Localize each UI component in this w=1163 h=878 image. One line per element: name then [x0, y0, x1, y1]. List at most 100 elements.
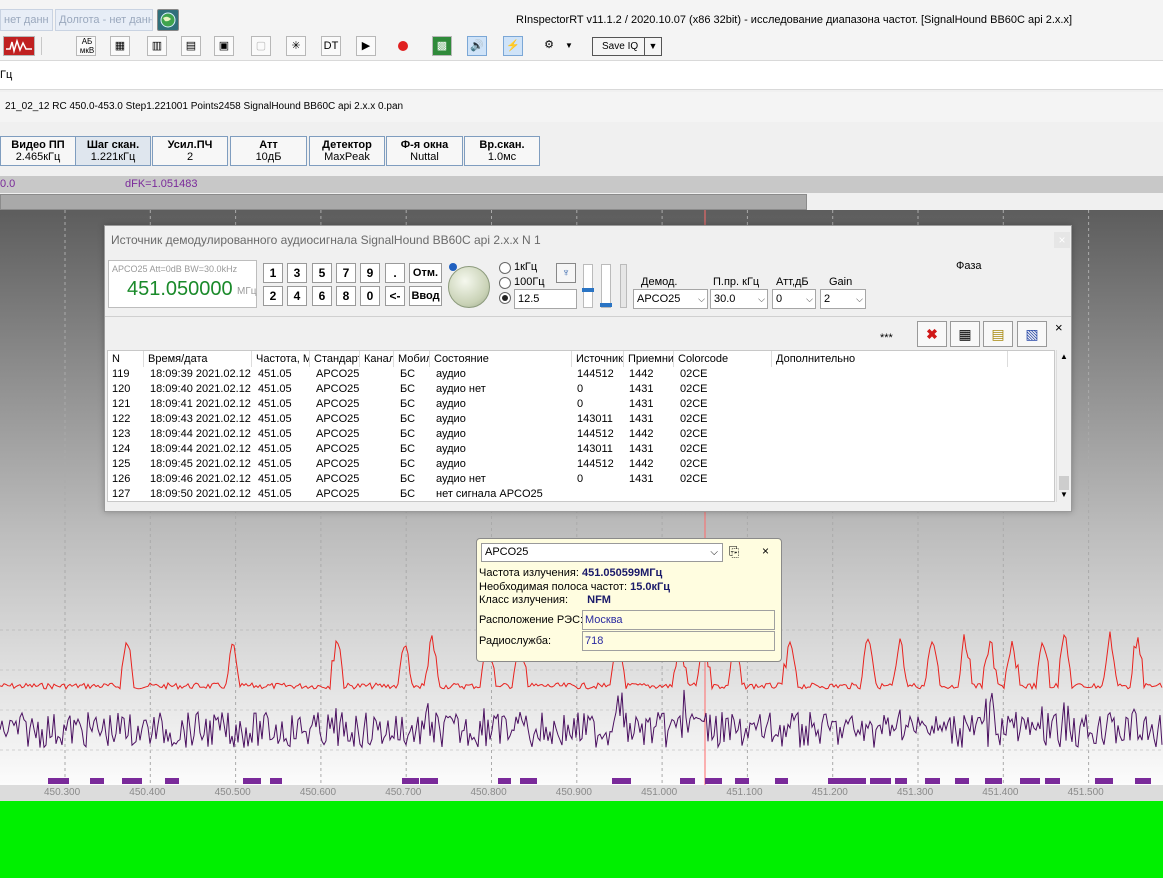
save-iq-dropdown-icon[interactable]: ▼ — [644, 38, 661, 55]
signal-decode-icon[interactable]: ⚡ — [503, 36, 523, 56]
col-header-state[interactable]: Состояние — [430, 351, 572, 367]
key-2[interactable]: 2 — [263, 286, 283, 306]
table-row[interactable]: 124 18:09:44 2021.02.12 451.05 APCO25 БС ауди… — [108, 442, 1008, 457]
spectrum-scrollbar[interactable] — [0, 194, 807, 210]
window-function-button[interactable]: Ф-я окна Nuttal — [386, 136, 463, 166]
save-iq-combo[interactable]: Save IQ ▼ — [592, 37, 662, 56]
scroll-down-icon[interactable]: ▼ — [1060, 490, 1068, 499]
key-6[interactable]: 6 — [312, 286, 332, 306]
col-header-colorcode[interactable]: Colorcode — [674, 351, 772, 367]
play-icon[interactable]: ▶ — [356, 36, 376, 56]
key-0[interactable]: 0 — [360, 286, 380, 306]
table-row[interactable]: 120 18:09:40 2021.02.12 451.05 APCO25 БС ауди… — [108, 382, 1008, 397]
attenuation-select[interactable]: 0 ⌵ — [772, 289, 816, 309]
print-icon[interactable]: ▤ — [181, 36, 201, 56]
location-field[interactable]: Москва — [582, 610, 775, 630]
attenuator-button[interactable]: Атт 10дБ — [230, 136, 307, 166]
table-row[interactable]: 126 18:09:46 2021.02.12 451.05 APCO25 БС ауди… — [108, 472, 1008, 487]
standard-select[interactable]: APCO25 ⌵ — [481, 543, 723, 562]
scroll-up-icon[interactable]: ▲ — [1060, 352, 1068, 361]
col-header-standard[interactable]: Стандарт — [310, 351, 360, 367]
table-cell: аудио нет — [436, 383, 486, 395]
cancel-button[interactable]: Отм. — [409, 263, 442, 283]
key-7[interactable]: 7 — [336, 263, 356, 283]
scroll-thumb[interactable] — [1059, 476, 1069, 490]
key-dot[interactable]: . — [385, 263, 405, 283]
popup-close-button[interactable]: × — [762, 544, 769, 558]
col-header-n[interactable]: N — [108, 351, 144, 367]
gain-select[interactable]: 2 ⌵ — [820, 289, 866, 309]
radio-1khz[interactable] — [499, 262, 511, 274]
key-8[interactable]: 8 — [336, 286, 356, 306]
col-header-mobile[interactable]: Мобил — [394, 351, 430, 367]
bandwidth-select[interactable]: 30.0 ⌵ — [710, 289, 768, 309]
key-5[interactable]: 5 — [312, 263, 332, 283]
col-header-time[interactable]: Время/дата — [144, 351, 252, 367]
key-backspace[interactable]: <- — [385, 286, 405, 306]
signal-marker — [498, 778, 511, 784]
waterfall-icon[interactable]: ▩ — [432, 36, 452, 56]
table-row[interactable]: 127 18:09:50 2021.02.12 451.05 APCO25 БС нет … — [108, 487, 1008, 501]
tuning-knob[interactable] — [448, 266, 490, 308]
speaker-icon[interactable]: 🔊 — [467, 36, 487, 56]
signal-marker — [870, 778, 891, 784]
key-1[interactable]: 1 — [263, 263, 283, 283]
table-view-icon[interactable]: ▦ — [110, 36, 130, 56]
record-icon[interactable] — [393, 36, 413, 56]
delete-icon[interactable]: ✖ — [917, 321, 947, 347]
waterfall-display[interactable] — [0, 801, 1163, 878]
table-row[interactable]: 125 18:09:45 2021.02.12 451.05 APCO25 БС ауди… — [108, 457, 1008, 472]
frequency-tick-label: 451.000 — [641, 787, 678, 798]
dialog-close-button[interactable]: × — [1054, 232, 1070, 248]
log-close-button[interactable]: × — [1055, 320, 1063, 335]
globe-icon[interactable] — [157, 9, 179, 31]
key-3[interactable]: 3 — [287, 263, 307, 283]
image-icon[interactable]: ▢ — [251, 36, 271, 56]
video-bw-button[interactable]: Видео ПП 2.465кГц — [0, 136, 76, 166]
frequency-axis: 450.300 450.400 450.500 450.600 450.700 450.8… — [0, 785, 1163, 801]
service-field[interactable]: 718 — [582, 631, 775, 651]
scan-step-button[interactable]: Шаг скан. 1.221кГц — [75, 136, 151, 166]
squelch-slider[interactable] — [600, 264, 612, 308]
location-label: Расположение РЭС: — [479, 614, 584, 626]
spectrum-mode-icon[interactable] — [3, 36, 35, 56]
radio-100hz[interactable] — [499, 277, 511, 289]
table-scrollbar[interactable]: ▲ ▼ — [1056, 350, 1070, 502]
export-icon[interactable]: ▧ — [1017, 321, 1047, 347]
antenna-icon[interactable]: ✳ — [286, 36, 306, 56]
detector-button[interactable]: Детектор MaxPeak — [309, 136, 385, 166]
latitude-field[interactable]: нет данн — [0, 9, 53, 31]
col-header-channel[interactable]: Канал — [360, 351, 394, 367]
db-units-button[interactable]: AБ мкВ — [76, 36, 96, 56]
col-header-extra[interactable]: Дополнительно — [772, 351, 1008, 367]
dt-button[interactable]: DT — [321, 36, 341, 56]
report-icon[interactable]: ▣ — [214, 36, 234, 56]
table-cell: 451.05 — [258, 413, 292, 425]
scan-time-button[interactable]: Вр.скан. 1.0мс — [464, 136, 540, 166]
col-header-source[interactable]: Источник — [572, 351, 624, 367]
table-row[interactable]: 122 18:09:43 2021.02.12 451.05 APCO25 БС ауди… — [108, 412, 1008, 427]
col-header-frequency[interactable]: Частота, МГц — [252, 351, 310, 367]
copy-icon[interactable]: ⎘ — [729, 544, 739, 560]
tools-dropdown-icon[interactable]: ▼ — [565, 41, 573, 50]
save-table-icon[interactable]: ▦ — [950, 321, 980, 347]
table-row[interactable]: 121 18:09:41 2021.02.12 451.05 APCO25 БС ауди… — [108, 397, 1008, 412]
if-gain-button[interactable]: Усил.ПЧ 2 — [152, 136, 228, 166]
columns-icon[interactable]: ▥ — [147, 36, 167, 56]
col-header-receiver[interactable]: Приемник — [624, 351, 674, 367]
step-input[interactable]: 12.5 — [514, 289, 577, 309]
tower-icon[interactable]: ♆ — [556, 263, 576, 283]
key-9[interactable]: 9 — [360, 263, 380, 283]
longitude-field[interactable]: Долгота - нет данн — [55, 9, 153, 31]
tools-icon[interactable]: ⚙ — [539, 36, 559, 56]
open-folder-icon[interactable]: ▤ — [983, 321, 1013, 347]
demod-select[interactable]: APCO25 ⌵ — [633, 289, 708, 309]
key-4[interactable]: 4 — [287, 286, 307, 306]
volume-slider[interactable] — [582, 264, 594, 308]
enter-button[interactable]: Ввод — [409, 286, 442, 306]
table-row[interactable]: 123 18:09:44 2021.02.12 451.05 APCO25 БС ауди… — [108, 427, 1008, 442]
table-cell: APCO25 — [316, 413, 360, 425]
table-row[interactable]: 119 18:09:39 2021.02.12 451.05 APCO25 БС ауди… — [108, 367, 1008, 382]
radio-custom-step[interactable] — [499, 292, 511, 304]
frequency-tick-label: 450.900 — [555, 787, 592, 798]
